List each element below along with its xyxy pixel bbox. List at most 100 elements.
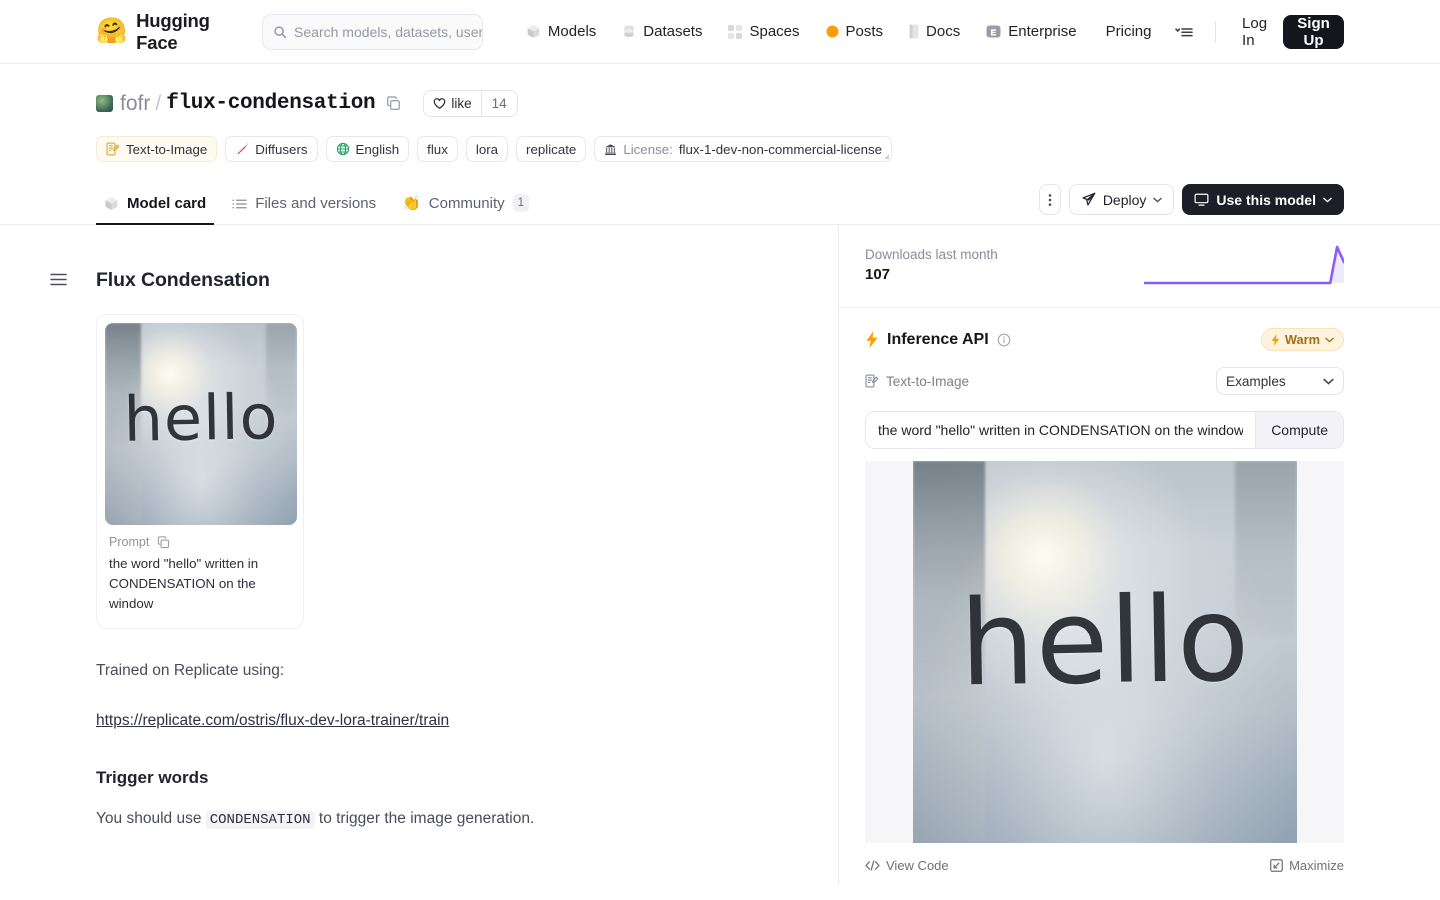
model-tabs: Model card Files and versions 👏 Communit… (96, 184, 537, 224)
condensation-photo: hello (913, 461, 1297, 843)
tag-label: English (356, 142, 400, 157)
cube-icon (104, 196, 119, 211)
sample-image: hello (105, 323, 297, 525)
nav-item-label: Enterprise (1008, 23, 1076, 40)
tab-label: Model card (127, 195, 206, 212)
prompt-label: Prompt (109, 535, 149, 549)
prompt-label-row: Prompt (109, 535, 291, 549)
downloads-sparkline-chart (1144, 243, 1344, 287)
nav-links: Models Datasets Spaces Posts Docs (513, 15, 973, 49)
trained-on-text: Trained on Replicate using: (96, 659, 742, 684)
nav-item-label: Posts (846, 23, 884, 40)
inference-task: Text-to-Image (865, 374, 969, 389)
owner-avatar (96, 95, 113, 112)
enterprise-icon (986, 24, 1001, 39)
sample-image-card: hello Prompt the word "hello" written in… (96, 314, 304, 629)
path-separator: / (155, 92, 161, 116)
globe-icon (336, 142, 350, 156)
like-label: like (451, 96, 471, 111)
tab-community[interactable]: 👏 Community 1 (394, 184, 537, 225)
nav-item-label: Datasets (643, 23, 702, 40)
login-link[interactable]: Log In (1230, 15, 1279, 49)
maximize-button[interactable]: Maximize (1270, 858, 1344, 873)
model-header: fofr / flux-condensation like 14 (0, 64, 1440, 162)
inference-footer: View Code Maximize (839, 848, 1440, 885)
rocket-icon (1081, 192, 1096, 207)
nav-item-posts[interactable]: Posts (813, 15, 897, 49)
brand-name: Hugging Face (136, 10, 240, 54)
model-tabs-bar: Model card Files and versions 👏 Communit… (0, 184, 1440, 225)
inference-task-row: Text-to-Image Examples (865, 367, 1344, 395)
monitor-icon (1194, 192, 1209, 207)
model-tags: Text-to-Image Diffusers English flux lor… (96, 136, 1344, 162)
trainer-link[interactable]: https://replicate.com/ostris/flux-dev-lo… (96, 712, 449, 730)
toc-hamburger-icon[interactable] (50, 273, 67, 291)
tag-replicate[interactable]: replicate (516, 136, 586, 162)
bolt-icon (1271, 334, 1280, 346)
like-button[interactable]: like (424, 91, 480, 116)
tab-model-card[interactable]: Model card (96, 185, 214, 225)
nav-item-models[interactable]: Models (513, 15, 609, 49)
right-sidebar: Downloads last month 107 Inference API (838, 225, 1440, 885)
model-owner-link[interactable]: fofr (120, 92, 150, 116)
more-options-button[interactable] (1039, 184, 1061, 215)
tag-label: replicate (526, 142, 576, 157)
chevron-down-icon (1153, 197, 1162, 203)
search-input[interactable]: Search models, datasets, users... (262, 14, 483, 50)
page-body: Flux Condensation hello Prompt (0, 225, 1440, 885)
inference-api-title-group: Inference API (865, 331, 1011, 349)
examples-dropdown[interactable]: Examples (1216, 367, 1344, 395)
info-icon[interactable] (997, 333, 1011, 347)
examples-label: Examples (1226, 374, 1286, 389)
tag-text-to-image[interactable]: Text-to-Image (96, 136, 217, 162)
tag-label: Diffusers (255, 142, 307, 157)
tag-lora[interactable]: lora (466, 136, 508, 162)
nav-item-pricing[interactable]: Pricing (1094, 15, 1164, 49)
tab-label: Files and versions (255, 195, 376, 212)
use-this-model-button[interactable]: Use this model (1182, 184, 1344, 215)
view-code-label: View Code (886, 858, 949, 873)
brand-home-link[interactable]: 🤗 Hugging Face (96, 10, 240, 54)
tag-label: Text-to-Image (126, 142, 207, 157)
trigger-suffix: to trigger the image generation. (319, 810, 534, 827)
circle-icon (826, 25, 839, 38)
inference-output-inner: hello (913, 461, 1297, 843)
chevron-down-icon (1323, 378, 1334, 385)
tag-label: lora (476, 142, 498, 157)
maximize-label: Maximize (1289, 858, 1344, 873)
signup-button[interactable]: Sign Up (1283, 15, 1344, 49)
inference-prompt-input[interactable] (866, 412, 1255, 448)
files-icon (232, 197, 247, 211)
trigger-word-code: CONDENSATION (206, 811, 315, 829)
tag-license[interactable]: License: flux-1-dev-non-commercial-licen… (594, 136, 892, 162)
copy-model-name-button[interactable] (386, 96, 401, 111)
nav-item-docs[interactable]: Docs (896, 15, 973, 49)
tag-english[interactable]: English (326, 136, 410, 162)
sample-prompt-area: Prompt the word "hello" written in CONDE… (97, 525, 303, 628)
nav-item-datasets[interactable]: Datasets (609, 15, 715, 49)
downloads-block: Downloads last month 107 (839, 225, 1440, 308)
text-to-image-icon (865, 374, 879, 388)
nav-item-label: Docs (926, 23, 960, 40)
diffusers-icon (235, 142, 249, 156)
copy-icon[interactable] (157, 536, 170, 549)
inference-input-row: Compute (865, 411, 1344, 449)
inference-status-badge[interactable]: Warm (1261, 328, 1344, 351)
heart-icon (433, 97, 446, 110)
tag-label: flux (427, 142, 448, 157)
tag-diffusers[interactable]: Diffusers (225, 136, 317, 162)
model-actions: Deploy Use this model (1039, 184, 1344, 224)
license-prefix: License: (623, 142, 673, 157)
nav-item-enterprise[interactable]: Enterprise (973, 15, 1089, 49)
deploy-button[interactable]: Deploy (1069, 184, 1175, 215)
view-code-button[interactable]: View Code (865, 858, 949, 873)
tag-flux[interactable]: flux (417, 136, 458, 162)
tab-files-and-versions[interactable]: Files and versions (224, 185, 384, 225)
compute-button[interactable]: Compute (1255, 412, 1343, 448)
nav-item-spaces[interactable]: Spaces (715, 15, 812, 49)
nav-more-menu[interactable] (1167, 15, 1201, 49)
nav-divider (1215, 21, 1216, 43)
chevron-down-icon (1323, 197, 1332, 203)
database-icon (622, 24, 636, 39)
use-model-label: Use this model (1216, 192, 1316, 208)
